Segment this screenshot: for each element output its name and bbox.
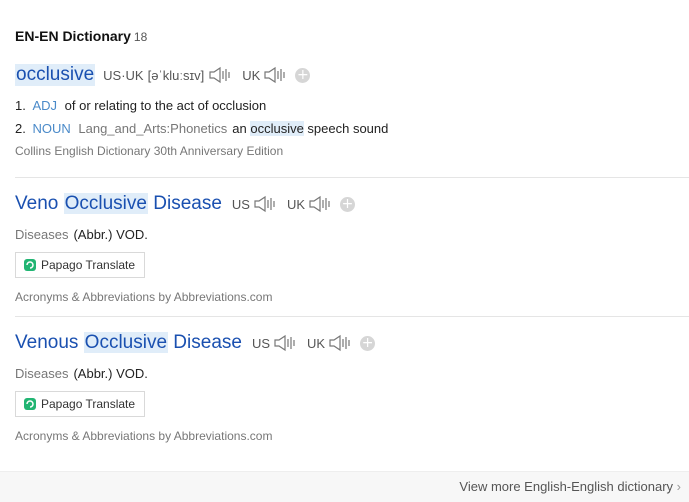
translate-label: Papago Translate (41, 258, 136, 272)
view-more-link[interactable]: View more English-English dictionary › (459, 479, 681, 494)
definition-row: Diseases (Abbr.) VOD. (15, 366, 689, 381)
chevron-right-icon: › (676, 479, 681, 494)
dictionary-source[interactable]: Acronyms & Abbreviations by Abbreviation… (15, 290, 689, 304)
speaker-icon[interactable] (208, 66, 232, 84)
papago-translate-button[interactable]: Papago Translate (15, 391, 146, 417)
speaker-icon[interactable] (263, 66, 287, 84)
part-of-speech: NOUN (32, 121, 71, 136)
category-label: Diseases (15, 366, 69, 381)
phonetic-region-label: US·UK (103, 67, 144, 83)
entry-veno-occlusive-disease: Veno Occlusive Disease US UK + Diseases (… (15, 193, 689, 317)
entry-word-link[interactable]: occlusive (15, 64, 96, 86)
meaning-field: Lang_and_Arts:Phonetics (78, 121, 228, 136)
meaning-text: speech sound (303, 121, 389, 136)
add-to-wordbook-icon[interactable]: + (295, 67, 311, 83)
meaning-number: 1. (15, 98, 26, 113)
meaning-row: 2. NOUN Lang_and_Arts:Phonetics an occlus… (15, 117, 689, 140)
speaker-icon[interactable] (273, 334, 297, 352)
uk-label: UK (242, 67, 261, 83)
add-to-wordbook-icon[interactable]: + (340, 196, 356, 212)
uk-label: UK (307, 335, 326, 351)
speaker-icon[interactable] (253, 195, 277, 213)
entry-venous-occlusive-disease: Venous Occlusive Disease US UK + Disease… (15, 332, 689, 452)
us-label: US (231, 196, 250, 212)
translate-label: Papago Translate (41, 397, 136, 411)
papago-icon (24, 398, 36, 410)
speaker-icon[interactable] (328, 334, 352, 352)
definition-text: (Abbr.) VOD. (73, 366, 148, 381)
highlighted-word: occlusive (250, 121, 304, 136)
category-label: Diseases (15, 227, 69, 242)
dictionary-source[interactable]: Collins English Dictionary 30th Annivers… (15, 144, 689, 158)
result-count: 18 (133, 30, 148, 44)
us-label: US (251, 335, 271, 351)
speaker-icon[interactable] (308, 195, 332, 213)
add-to-wordbook-icon[interactable]: + (360, 335, 376, 351)
phonetic-transcription: [əˈkluːsɪv] (147, 67, 205, 83)
entry-word-link[interactable]: Veno Occlusive Disease (15, 193, 222, 215)
footer-bar: View more English-English dictionary › (0, 471, 689, 502)
papago-icon (24, 259, 36, 271)
section-title: EN-EN Dictionary (15, 28, 131, 44)
dictionary-header: EN-EN Dictionary 18 (15, 28, 147, 46)
meaning-number: 2. (15, 121, 26, 136)
meaning-text: an (232, 121, 251, 136)
uk-label: UK (286, 196, 306, 212)
definition-row: Diseases (Abbr.) VOD. (15, 227, 689, 242)
dictionary-source[interactable]: Acronyms & Abbreviations by Abbreviation… (15, 429, 689, 443)
entry-word-link[interactable]: Venous Occlusive Disease (15, 332, 242, 354)
part-of-speech: ADJ (32, 98, 58, 113)
meaning-row: 1. ADJ of or relating to the act of occl… (15, 94, 689, 117)
meaning-text: of or relating to the act of occlusion (64, 98, 267, 113)
entry-occlusive: occlusive US·UK [əˈkluːsɪv] UK + 1. ADJ … (15, 64, 689, 178)
papago-translate-button[interactable]: Papago Translate (15, 252, 146, 278)
definition-text: (Abbr.) VOD. (73, 227, 148, 242)
